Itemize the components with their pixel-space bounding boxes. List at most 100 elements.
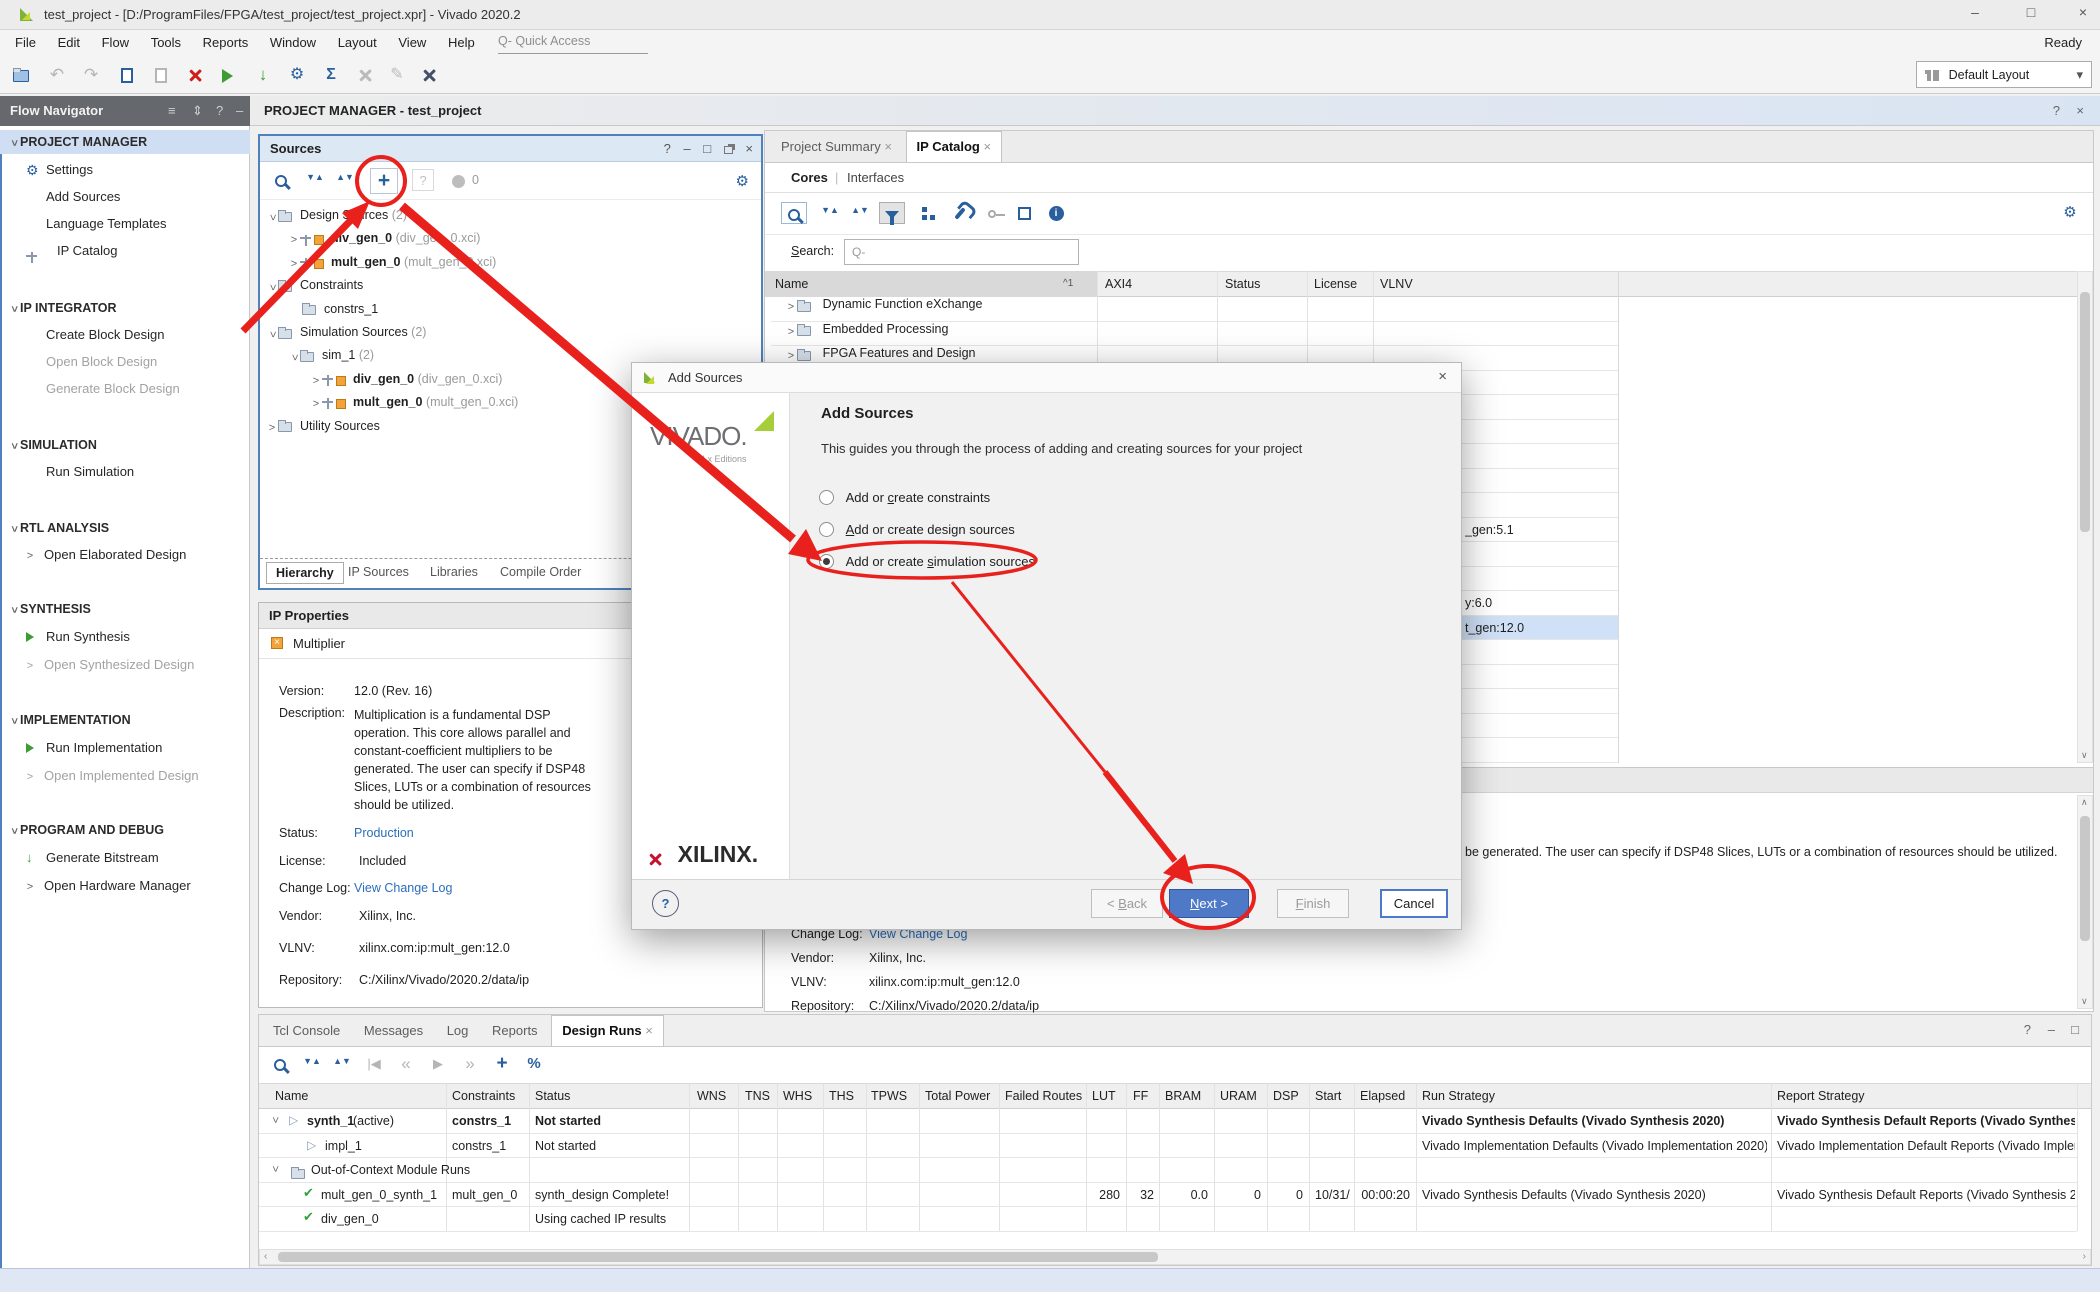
menu-layout[interactable]: Layout [329, 30, 386, 55]
expand-all-icon[interactable]: ▲▼ [847, 207, 873, 229]
help-icon[interactable]: ? [2053, 103, 2060, 118]
help-button[interactable]: ? [652, 890, 679, 917]
close-icon[interactable]: × [745, 141, 753, 156]
col-constraints[interactable]: Constraints [452, 1084, 532, 1108]
scroll-down-icon[interactable]: ∨ [2081, 996, 2088, 1007]
collapse-all-icon[interactable]: ▼▲ [817, 207, 843, 229]
col-whs[interactable]: WHS [783, 1084, 823, 1108]
sidebar-item-run-simulation[interactable]: Run Simulation [0, 460, 250, 484]
collapse-all-icon[interactable]: ▼▲ [299, 1058, 325, 1080]
save-icon[interactable] [114, 64, 140, 86]
tree-row-div-gen-0[interactable]: >div_gen_0 (div_gen_0.xci) [260, 227, 760, 250]
help-icon[interactable]: ? [216, 103, 223, 118]
col-elapsed[interactable]: Elapsed [1360, 1084, 1414, 1108]
scrollbar-thumb[interactable] [2080, 816, 2090, 941]
tab-ip-sources[interactable]: IP Sources [348, 565, 409, 579]
settings-gear-icon[interactable]: ⚙ [284, 64, 310, 86]
tree-row-constraints[interactable]: >Constraints [260, 274, 760, 297]
next-button[interactable]: Next > [1169, 889, 1249, 918]
column-header-status[interactable]: Status [1225, 272, 1305, 296]
back-button[interactable]: < Back [1091, 889, 1163, 918]
status-production-link[interactable]: Production [354, 821, 504, 845]
radio-add-simulation-sources[interactable]: Add or create simulation sources [819, 554, 1035, 569]
search-icon[interactable] [268, 169, 294, 191]
run-icon[interactable] [214, 64, 240, 86]
subtab-interfaces[interactable]: Interfaces [847, 170, 904, 185]
sidebar-item-run-implementation[interactable]: Run Implementation [0, 736, 250, 760]
col-dsp[interactable]: DSP [1273, 1084, 1307, 1108]
horizontal-scrollbar[interactable]: ‹ › [259, 1249, 2091, 1265]
close-icon[interactable]: × [2070, 4, 2096, 20]
percent-icon[interactable]: % [521, 1053, 547, 1075]
radio-icon[interactable] [819, 490, 834, 505]
scroll-right-icon[interactable]: › [2083, 1251, 2086, 1262]
scroll-up-icon[interactable]: ∧ [2081, 797, 2088, 808]
sidebar-item-create-block-design[interactable]: Create Block Design [0, 323, 250, 347]
ip-row[interactable]: > Embedded Processing [771, 322, 1618, 347]
probe-tool-icon[interactable] [416, 64, 442, 86]
run-row-mult-gen-0-synth-1[interactable]: ✔ mult_gen_0_synth_1 mult_gen_0 synth_de… [259, 1183, 2077, 1208]
col-start[interactable]: Start [1315, 1084, 1353, 1108]
open-project-icon[interactable] [8, 64, 34, 86]
run-row-ooc-group[interactable]: > Out-of-Context Module Runs [259, 1158, 2077, 1183]
search-input[interactable]: Q- [844, 239, 1079, 265]
col-report-strategy[interactable]: Report Strategy [1777, 1084, 1907, 1108]
gear-icon[interactable]: ⚙ [2057, 202, 2083, 224]
menu-window[interactable]: Window [261, 30, 325, 55]
radio-icon[interactable] [819, 522, 834, 537]
tab-compile-order[interactable]: Compile Order [500, 565, 581, 579]
col-uram[interactable]: URAM [1220, 1084, 1266, 1108]
layout-selector[interactable]: Default Layout ▾ [1916, 61, 2092, 88]
add-sources-plus-icon[interactable]: + [370, 168, 398, 194]
radio-add-constraints[interactable]: Add or create constraints [819, 490, 990, 505]
radio-icon-selected[interactable] [819, 554, 834, 569]
menu-edit[interactable]: Edit [49, 30, 89, 55]
expand-collapse-icon[interactable]: ⇕ [192, 103, 203, 119]
column-header-axi4[interactable]: AXI4 [1105, 272, 1205, 296]
redo-icon[interactable]: ↷ [78, 64, 104, 86]
sigma-report-icon[interactable]: Σ [318, 64, 344, 86]
col-tpws[interactable]: TPWS [871, 1084, 917, 1108]
menu-file[interactable]: File [6, 30, 45, 55]
column-header-vlnv[interactable]: VLNV [1380, 272, 1460, 296]
tab-ip-catalog[interactable]: IP Catalog × [906, 131, 1003, 162]
collapse-all-icon[interactable]: ▼▲ [302, 174, 328, 196]
ip-details-scrollbar[interactable]: ∧ ∨ [2077, 795, 2093, 1009]
col-bram[interactable]: BRAM [1165, 1084, 1209, 1108]
tab-project-summary[interactable]: Project Summary × [771, 132, 902, 163]
sidebar-item-language-templates[interactable]: Language Templates [0, 212, 250, 236]
maximize-icon[interactable]: □ [2018, 4, 2044, 20]
scrollbar-thumb[interactable] [278, 1252, 1158, 1262]
tab-libraries[interactable]: Libraries [430, 565, 478, 579]
info-icon[interactable]: i [1043, 202, 1069, 224]
finish-button[interactable]: Finish [1277, 889, 1349, 918]
tab-tcl-console[interactable]: Tcl Console [263, 1016, 350, 1047]
col-name[interactable]: Name [275, 1084, 435, 1108]
tree-row-mult-gen-0[interactable]: >mult_gen_0 (mult_gen_0.xci) [260, 251, 760, 274]
minimize-icon[interactable]: – [236, 103, 243, 118]
tab-hierarchy[interactable]: Hierarchy [266, 562, 344, 584]
sidebar-item-ip-catalog[interactable]: IP Catalog [0, 239, 250, 263]
run-row-synth-1[interactable]: > ▷ synth_1 (active) constrs_1 Not start… [259, 1109, 2077, 1134]
filter-icon[interactable] [879, 202, 905, 224]
chip-icon[interactable] [1011, 202, 1037, 224]
col-status[interactable]: Status [535, 1084, 655, 1108]
sidebar-section-program-and-debug[interactable]: >PROGRAM AND DEBUG [0, 818, 250, 842]
maximize-icon[interactable]: □ [2071, 1022, 2079, 1037]
sidebar-section-rtl-analysis[interactable]: >RTL ANALYSIS [0, 516, 250, 540]
copy-icon[interactable] [148, 64, 174, 86]
radio-add-design-sources[interactable]: Add or create design sources [819, 522, 1015, 537]
col-lut[interactable]: LUT [1092, 1084, 1124, 1108]
sidebar-item-settings[interactable]: ⚙Settings [0, 158, 250, 182]
gear-icon[interactable]: ⚙ [736, 172, 749, 190]
menu-view[interactable]: View [389, 30, 435, 55]
float-icon[interactable] [724, 146, 733, 154]
sidebar-section-simulation[interactable]: >SIMULATION [0, 433, 250, 457]
tree-row-design-sources[interactable]: >Design Sources (2) [260, 204, 760, 227]
maximize-icon[interactable]: □ [703, 141, 711, 156]
col-run-strategy[interactable]: Run Strategy [1422, 1084, 1542, 1108]
tab-messages[interactable]: Messages [354, 1016, 433, 1047]
run-row-impl-1[interactable]: ▷ impl_1 constrs_1 Not started Vivado Im… [259, 1134, 2077, 1159]
expand-all-icon[interactable]: ▲▼ [332, 174, 358, 196]
quick-access-input[interactable]: Q- Quick Access [498, 34, 648, 54]
